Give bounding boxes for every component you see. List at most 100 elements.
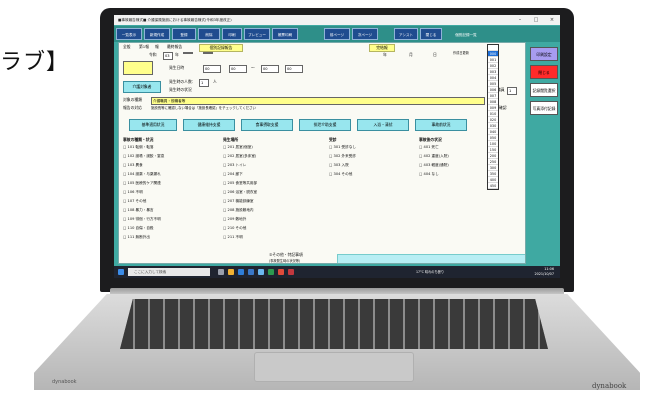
chrome-icon[interactable]	[278, 269, 284, 275]
toolbar-button[interactable]: 次ページ	[352, 28, 378, 40]
checkbox-item[interactable]: □ 111 無断外出	[123, 235, 150, 240]
checkbox-item[interactable]: □ 103 異食	[123, 163, 143, 168]
action-button[interactable]: 排泄介助支援	[299, 119, 351, 131]
side-button-photo-attach[interactable]: 写真添付記録	[530, 101, 558, 115]
category-options[interactable]: 介護職員・役職者等	[151, 97, 485, 105]
checkbox-item[interactable]: □ 104 誤薬・与薬漏れ	[123, 172, 161, 177]
tab-final-report[interactable]: 最終報告	[167, 44, 182, 50]
time-separator: ～	[251, 65, 255, 70]
app-icon[interactable]	[268, 269, 274, 275]
checkbox-item[interactable]: □ 201 居室(個室)	[223, 145, 253, 150]
window-title: ■事故報告様式■ 介護保険施設における事故報告様式(令和3年度改正)	[118, 18, 232, 22]
checkbox-item[interactable]: □ 301 受診なし	[329, 145, 356, 150]
col-outcome-title: 事故後の状況	[419, 137, 442, 142]
checkbox-item[interactable]: □ 203 トイレ	[223, 163, 246, 168]
checkbox-item[interactable]: □ 110 自傷・自殺	[123, 226, 154, 231]
taskbar-clock[interactable]: 11:06 2021/10/07	[534, 267, 554, 277]
checkbox-item[interactable]: □ 106 不明	[123, 190, 143, 195]
checkbox-item[interactable]: □ 207 機能訓練室	[223, 199, 254, 204]
checkbox-item[interactable]: □ 105 医療的ケア関連	[123, 181, 161, 186]
minute-dropdown-list[interactable]: 000 001 002 003 004 005 006 007 008 009 010 020 030 0…	[487, 44, 499, 190]
access-icon[interactable]	[288, 269, 294, 275]
checkbox-item[interactable]: □ 403 軽度(通院)	[419, 163, 449, 168]
policy-label: 報告の対応	[123, 105, 142, 110]
facility-info-button[interactable]: 介護対象者	[123, 81, 161, 93]
month-field[interactable]	[183, 52, 193, 54]
toolbar-button[interactable]: 新規作成	[144, 28, 170, 40]
taskbar-search-input[interactable]: ここに入力して検索	[128, 268, 210, 276]
hour-from-field[interactable]: 00	[203, 65, 221, 73]
brand-left-text: dynabook	[52, 379, 77, 385]
checkbox-item[interactable]: □ 402 重度(入院)	[419, 154, 449, 159]
toolbar-button[interactable]: 閉じる	[420, 28, 442, 40]
window-titlebar: ■事故報告様式■ 介護保険施設における事故報告様式(令和3年度改正)	[114, 15, 560, 25]
checkbox-item[interactable]: □ 209 敷地外	[223, 217, 246, 222]
hour-to-field[interactable]: 00	[261, 65, 279, 73]
side-button-record-select[interactable]: 記録閲覧選択	[530, 83, 558, 97]
dropdown-option[interactable]: 450	[488, 183, 498, 189]
checkbox-item[interactable]: □ 108 暴力・暴言	[123, 208, 154, 213]
toolbar-button[interactable]: 削除	[198, 28, 220, 40]
mail-icon[interactable]	[248, 269, 254, 275]
action-button[interactable]: 入浴・清拭	[357, 119, 409, 131]
file-explorer-icon[interactable]	[228, 269, 234, 275]
checkbox-item[interactable]: □ 210 その他	[223, 226, 246, 231]
updated-label: 作成日更新	[453, 51, 469, 55]
toolbar-button[interactable]: 帳票印刷	[272, 28, 298, 40]
store-icon[interactable]	[258, 269, 264, 275]
date-day-label: 日	[433, 52, 437, 57]
occurrence-label: 発生日時	[169, 65, 185, 70]
checkbox-item[interactable]: □ 202 居室(多床室)	[223, 154, 256, 159]
side-button-print-settings[interactable]: 印刷設定	[530, 47, 558, 61]
minute-to-field[interactable]: 00	[285, 65, 303, 73]
side-button-close[interactable]: 閉じる	[530, 65, 558, 79]
checkbox-item[interactable]: □ 208 施設敷地内	[223, 208, 254, 213]
checkbox-item[interactable]: □ 404 なし	[419, 172, 439, 177]
staff-count-field[interactable]: 1	[507, 87, 517, 95]
minimize-icon[interactable]: –	[512, 15, 528, 25]
tab-general[interactable]: 全般	[123, 44, 131, 50]
windows-start-icon[interactable]	[118, 269, 124, 275]
year-field[interactable]: 03	[163, 52, 173, 60]
tab-report[interactable]: 報	[155, 44, 159, 50]
checkbox-item[interactable]: □ 205 食堂等共用部	[223, 181, 257, 186]
checkbox-item[interactable]: □ 107 その他	[123, 199, 146, 204]
checkbox-item[interactable]: □ 206 浴室・脱衣室	[223, 190, 257, 195]
day-field[interactable]	[203, 52, 213, 54]
checkbox-item[interactable]: □ 109 徘徊・行方不明	[123, 217, 161, 222]
checkbox-item[interactable]: □ 211 不明	[223, 235, 243, 240]
tab-first-report[interactable]: 第1報	[139, 44, 149, 50]
checkbox-item[interactable]: □ 102 誤嚥・誤飲・窒息	[123, 154, 164, 159]
checkbox-item[interactable]: □ 304 その他	[329, 172, 352, 177]
action-button[interactable]: 事故前状況	[415, 119, 467, 131]
task-view-icon[interactable]	[218, 269, 224, 275]
persons-unit: 人	[213, 79, 217, 84]
policy-text: 施設長等に確認しない場合は「施設長確認」をチェックしてください	[151, 106, 256, 110]
action-button[interactable]: 基準適用状況	[129, 119, 177, 131]
checkbox-item[interactable]: □ 204 廊下	[223, 172, 243, 177]
col-place-title: 発生場所	[223, 137, 239, 142]
action-button[interactable]: 食事摂取支援	[241, 119, 293, 131]
toolbar-button[interactable]: 前ページ	[324, 28, 350, 40]
toolbar-button[interactable]: 印刷	[222, 28, 242, 40]
checkbox-item[interactable]: □ 303 入院	[329, 163, 349, 168]
maximize-icon[interactable]: □	[528, 15, 544, 25]
checkbox-item[interactable]: □ 302 外来受診	[329, 154, 356, 159]
toolbar-button[interactable]: プレビュー	[244, 28, 270, 40]
remarks-input[interactable]	[337, 254, 525, 263]
remarks-sublabel: (事故発生時の状況等)	[269, 259, 301, 263]
toolbar-button[interactable]: 個別記録一覧	[444, 28, 488, 40]
toolbar-button[interactable]: 一覧表示	[116, 28, 142, 40]
close-icon[interactable]: ×	[544, 15, 560, 25]
reporter-field[interactable]	[123, 61, 153, 75]
toolbar-button[interactable]: アシスト	[394, 28, 418, 40]
checkbox-item[interactable]: □ 101 転倒・転落	[123, 145, 154, 150]
toolbar-button[interactable]: 登録	[172, 28, 196, 40]
minute-from-field[interactable]: 00	[229, 65, 247, 73]
checkbox-item[interactable]: □ 401 死亡	[419, 145, 439, 150]
edge-browser-icon[interactable]	[238, 269, 244, 275]
action-button[interactable]: 健康維持支援	[183, 119, 235, 131]
persons-field[interactable]: 1	[199, 79, 209, 87]
laptop-keyboard	[120, 299, 548, 349]
confirm-checkbox[interactable]: 確認	[499, 105, 507, 111]
